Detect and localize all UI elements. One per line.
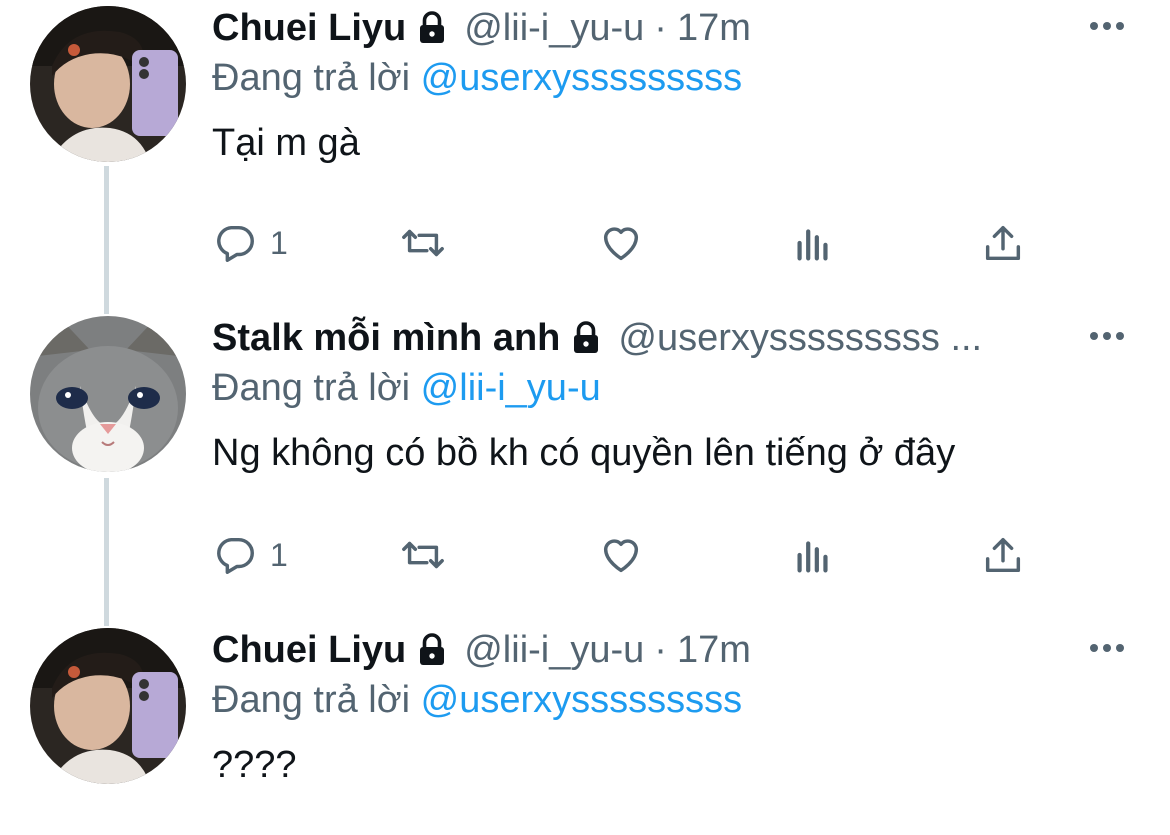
share-icon <box>985 537 1021 573</box>
avatar[interactable] <box>30 628 186 784</box>
reply-icon <box>217 225 254 262</box>
views-icon <box>797 229 828 261</box>
replying-prefix: Đang trả lời <box>212 679 411 721</box>
retweet-icon <box>402 229 444 257</box>
lock-icon <box>420 633 445 665</box>
retweet-button[interactable] <box>400 530 446 580</box>
like-button[interactable] <box>598 530 644 580</box>
mention-link[interactable]: @lii-i_yu-u <box>421 367 601 409</box>
replying-to: Đang trả lời @userxysssssssss <box>212 678 1130 722</box>
tweet[interactable]: Chuei Liyu @lii-i_yu-u · 17m Đang trả lờ… <box>0 6 1170 306</box>
views-icon <box>797 541 828 573</box>
display-name[interactable]: Stalk mỗi mình anh <box>212 316 560 360</box>
handle[interactable]: @userxysssssssss ... <box>618 316 982 360</box>
retweet-icon <box>402 541 444 569</box>
avatar-boy-image <box>30 628 186 784</box>
lock-icon <box>420 11 445 43</box>
avatar[interactable] <box>30 6 186 162</box>
separator-dot: · <box>654 7 667 49</box>
like-icon <box>603 227 639 261</box>
reply-count: 1 <box>270 536 288 573</box>
tweet-text: ???? <box>212 744 297 786</box>
more-icon[interactable] <box>1088 16 1126 36</box>
reply-count: 1 <box>270 224 288 261</box>
share-button[interactable] <box>980 530 1026 580</box>
avatar-cat-image <box>30 316 186 472</box>
tweet-text: Ng không có bồ kh có quyền lên tiếng ở đ… <box>212 432 956 474</box>
reply-icon <box>217 537 254 574</box>
retweet-button[interactable] <box>400 218 446 268</box>
tweet-text: Tại m gà <box>212 122 360 164</box>
replying-to: Đang trả lời @userxysssssssss <box>212 56 1130 100</box>
more-icon[interactable] <box>1088 638 1126 658</box>
mention-link[interactable]: @userxysssssssss <box>421 57 743 99</box>
tweet[interactable]: Stalk mỗi mình anh @userxysssssssss ... … <box>0 316 1170 616</box>
like-icon <box>603 539 639 573</box>
timestamp[interactable]: 17m <box>677 6 751 50</box>
views-button[interactable] <box>790 218 836 268</box>
share-icon <box>985 225 1021 261</box>
separator-dot: · <box>654 629 667 671</box>
handle[interactable]: @lii-i_yu-u <box>464 628 644 672</box>
mention-link[interactable]: @userxysssssssss <box>421 679 743 721</box>
share-button[interactable] <box>980 218 1026 268</box>
more-icon[interactable] <box>1088 326 1126 346</box>
timestamp[interactable]: 17m <box>677 628 751 672</box>
reply-button[interactable]: 1 <box>212 218 288 268</box>
avatar[interactable] <box>30 316 186 472</box>
replying-to: Đang trả lời @lii-i_yu-u <box>212 366 1130 410</box>
views-button[interactable] <box>790 530 836 580</box>
display-name[interactable]: Chuei Liyu <box>212 6 406 50</box>
tweet[interactable]: Chuei Liyu @lii-i_yu-u · 17m Đang trả lờ… <box>0 628 1170 835</box>
display-name[interactable]: Chuei Liyu <box>212 628 406 672</box>
avatar-boy-image <box>30 6 186 162</box>
replying-prefix: Đang trả lời <box>212 367 411 409</box>
handle[interactable]: @lii-i_yu-u <box>464 6 644 50</box>
like-button[interactable] <box>598 218 644 268</box>
replying-prefix: Đang trả lời <box>212 57 411 99</box>
reply-button[interactable]: 1 <box>212 530 288 580</box>
lock-icon <box>574 321 599 353</box>
